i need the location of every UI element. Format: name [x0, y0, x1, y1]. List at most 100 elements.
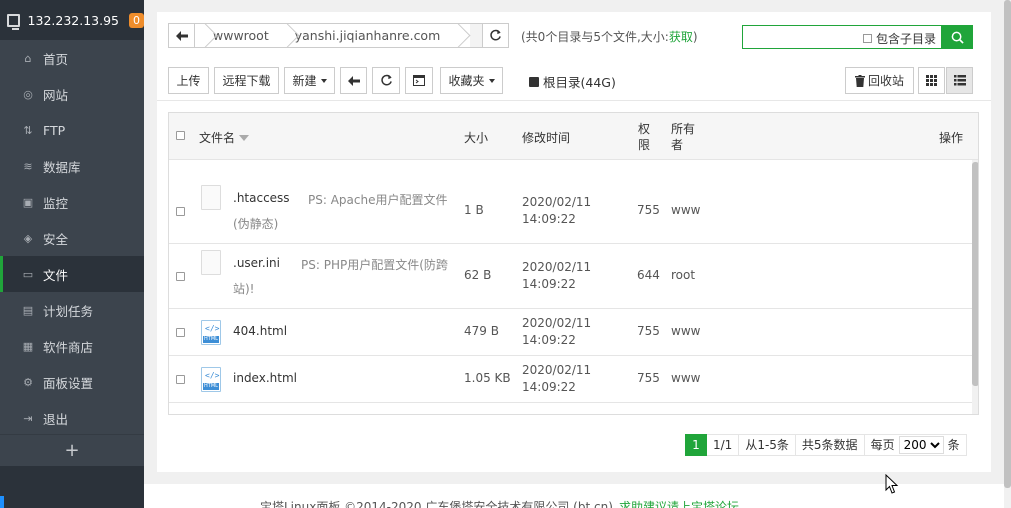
list-view-button[interactable]: [946, 67, 973, 94]
grid-icon: [926, 75, 937, 86]
table-row[interactable]: .htaccess PS: Apache用户配置文件 (伪静态) 1 B 2020/02…: [169, 179, 972, 244]
header-filename-label: 文件名: [199, 131, 236, 145]
sidebar-item-2[interactable]: ⇅ FTP: [0, 112, 144, 148]
terminal-button[interactable]: [405, 67, 433, 94]
file-note[interactable]: PS: Apache用户配置文件: [308, 191, 447, 208]
path-back-button[interactable]: [169, 24, 195, 47]
header-owner-line1: 所有: [671, 122, 696, 136]
notification-badge[interactable]: 0: [129, 12, 144, 28]
file-permission[interactable]: 755: [637, 203, 660, 217]
search-button[interactable]: [942, 25, 973, 49]
recycle-bin-button[interactable]: 回收站: [845, 67, 914, 94]
toolbar-divider: [157, 100, 991, 101]
header-filename[interactable]: 文件名: [199, 129, 250, 146]
table-scroll-thumb[interactable]: [972, 162, 978, 386]
search-input[interactable]: [743, 26, 858, 48]
sidebar-item-10[interactable]: ⇥ 退出: [0, 400, 144, 436]
include-subdir-checkbox[interactable]: [863, 34, 872, 43]
page-range: 从1-5条: [739, 434, 796, 456]
breadcrumb-site[interactable]: yanshi.jiqianhanre.com: [276, 24, 449, 47]
header-owner[interactable]: 所有 者: [671, 121, 695, 153]
sort-desc-icon: [239, 135, 250, 141]
file-permission[interactable]: 644: [637, 268, 660, 282]
sidebar-item-label: 退出: [43, 411, 69, 427]
per-page-select[interactable]: 200: [898, 436, 944, 454]
caret-down-icon: [488, 78, 495, 83]
page-size-control: 每页 200 条: [864, 434, 967, 456]
dir-summary: (共0个目录与5个文件,大小:获取): [521, 28, 698, 45]
row-checkbox[interactable]: [176, 271, 185, 281]
file-owner[interactable]: root: [671, 268, 695, 282]
file-owner[interactable]: www: [671, 371, 700, 385]
upload-button[interactable]: 上传: [168, 67, 209, 94]
favorites-button[interactable]: 收藏夹: [440, 67, 503, 94]
row-checkbox[interactable]: [176, 374, 185, 384]
root-dir-label: 根目录(44G): [543, 75, 616, 90]
sidebar-item-8[interactable]: ▦ 软件商店: [0, 328, 144, 364]
per-page-unit: 条: [947, 438, 960, 452]
file-note-cont[interactable]: (伪静态): [233, 215, 278, 232]
caret-down-icon: [320, 78, 327, 83]
header-permission-line2: 限: [638, 138, 651, 152]
sidebar-item-5[interactable]: ◈ 安全: [0, 220, 144, 256]
file-name[interactable]: .htaccess: [233, 191, 290, 205]
file-mdate: 2020/02/11: [522, 362, 592, 377]
new-button[interactable]: 新建: [284, 67, 335, 94]
file-owner[interactable]: www: [671, 324, 700, 338]
file-note[interactable]: PS: PHP用户配置文件(防跨: [301, 256, 448, 273]
sidebar-item-6[interactable]: ▭ 文件: [0, 256, 144, 292]
back-button[interactable]: [340, 67, 367, 94]
table-row[interactable]: </> HTML index.html 1.05 KB 2020/02/11 14:09:…: [169, 356, 972, 403]
header-permission[interactable]: 权 限: [638, 121, 650, 153]
sidebar-item-label: 数据库: [43, 159, 81, 175]
include-subdir-toggle[interactable]: 包含子目录: [863, 30, 936, 47]
sidebar-item-0[interactable]: ⌂ 首页: [0, 40, 144, 76]
file-permission[interactable]: 755: [637, 371, 660, 385]
file-permission[interactable]: 755: [637, 324, 660, 338]
select-all-checkbox[interactable]: [176, 131, 185, 140]
header-mtime[interactable]: 修改时间: [522, 129, 570, 146]
page-count: 共5条数据: [795, 434, 865, 456]
sidebar-item-label: 计划任务: [43, 303, 94, 319]
sidebar-item-9[interactable]: ⚙ 面板设置: [0, 364, 144, 400]
row-checkbox[interactable]: [176, 206, 185, 216]
server-header[interactable]: 132.232.13.95 0: [0, 0, 144, 40]
file-name[interactable]: .user.ini: [233, 256, 280, 270]
sidebar-item-7[interactable]: ▤ 计划任务: [0, 292, 144, 328]
sidebar-item-3[interactable]: ≋ 数据库: [0, 148, 144, 184]
header-size[interactable]: 大小: [464, 129, 488, 146]
file-mdate: 2020/02/11: [522, 315, 592, 330]
hard-drive-icon: [529, 76, 539, 87]
forum-link[interactable]: 求助建议请上宝塔论坛: [619, 498, 739, 508]
page-scroll-thumb[interactable]: [1004, 0, 1011, 488]
file-name[interactable]: index.html: [233, 371, 297, 385]
table-row[interactable]: .user.ini PS: PHP用户配置文件(防跨 站)! 62 B 2020/02/…: [169, 244, 972, 309]
file-name[interactable]: 404.html: [233, 324, 287, 338]
root-dir-button[interactable]: 根目录(44G): [529, 72, 616, 91]
arrow-left-icon: [347, 75, 360, 86]
file-mtime: 14:09:22: [522, 379, 576, 394]
grid-view-button[interactable]: [918, 67, 945, 94]
refresh-icon: [380, 74, 392, 86]
sidebar-menu: ⌂ 首页 ◎ 网站 ⇅ FTP ≋ 数据库 ▣ 监控 ◈ 安全 ▭ 文件 ▤ 计划任务 ▦ 软件商店 ⚙ 面板设置 ⇥ 退…: [0, 40, 144, 436]
table-row[interactable]: </> HTML 404.html 479 B 2020/02/11 14:09:22 75…: [169, 309, 972, 356]
breadcrumb-wwwroot[interactable]: wwwroot: [195, 24, 277, 47]
dir-summary-end: ): [692, 30, 698, 44]
row-checkbox[interactable]: [176, 327, 185, 337]
sidebar-item-1[interactable]: ◎ 网站: [0, 76, 144, 112]
page-current[interactable]: 1: [685, 434, 707, 456]
sidebar-item-4[interactable]: ▣ 监控: [0, 184, 144, 220]
refresh-button[interactable]: [372, 67, 400, 94]
recycle-bin-label: 回收站: [867, 74, 904, 88]
sidebar: 132.232.13.95 0 ⌂ 首页 ◎ 网站 ⇅ FTP ≋ 数据库 ▣ 监控 ◈ 安全 ▭ 文件 ▤…: [0, 0, 144, 508]
folder-icon: ▭: [22, 267, 34, 281]
path-refresh-button[interactable]: [482, 24, 508, 47]
get-size-link[interactable]: 获取: [669, 30, 693, 44]
path-input-area[interactable]: [470, 24, 482, 47]
file-icon: [201, 250, 221, 275]
file-note-cont[interactable]: 站)!: [233, 280, 255, 297]
add-shortcut-button[interactable]: +: [0, 434, 144, 466]
file-mtime: 14:09:22: [522, 332, 576, 347]
remote-download-button[interactable]: 远程下载: [214, 67, 279, 94]
file-owner[interactable]: www: [671, 203, 700, 217]
